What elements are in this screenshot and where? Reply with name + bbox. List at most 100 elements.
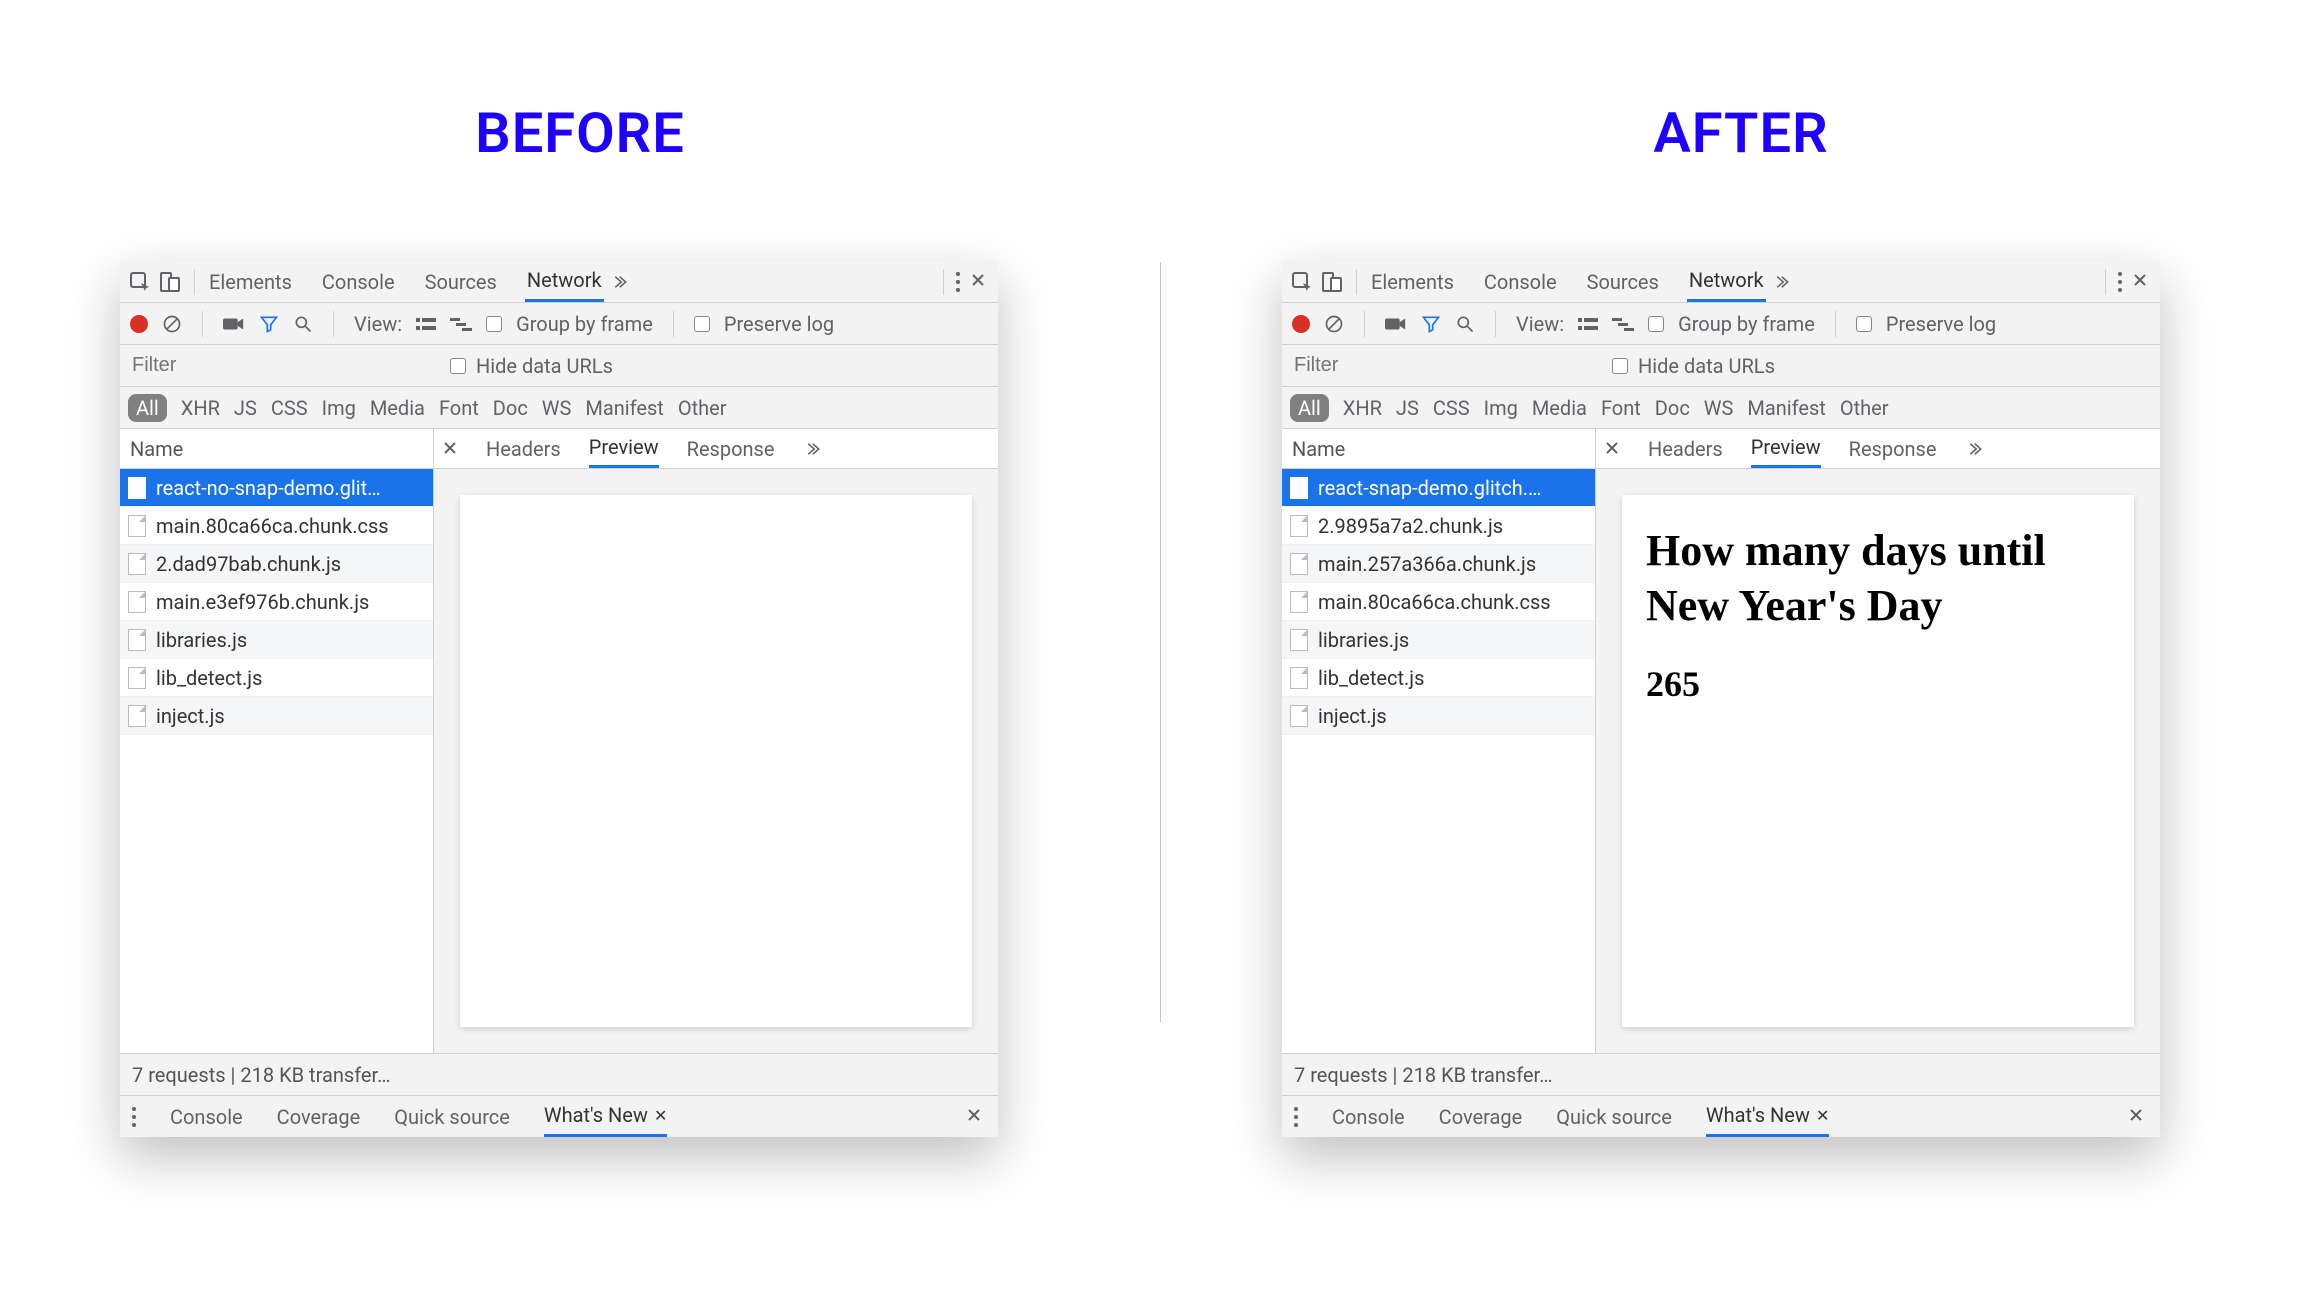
drawer-tab-console[interactable]: Console [1332, 1096, 1405, 1137]
search-icon[interactable] [293, 314, 313, 334]
type-chip-all[interactable]: All [128, 394, 167, 422]
request-row[interactable]: react-no-snap-demo.glit… [120, 469, 433, 507]
more-options-icon[interactable] [2118, 272, 2122, 292]
overflow-icon[interactable] [610, 273, 628, 291]
search-icon[interactable] [1455, 314, 1475, 334]
type-chip-media[interactable]: Media [370, 396, 425, 420]
top-tab-elements[interactable]: Elements [207, 261, 294, 302]
request-row[interactable]: 2.9895a7a2.chunk.js [1282, 507, 1595, 545]
detail-tab-response[interactable]: Response [687, 429, 775, 468]
request-row[interactable]: lib_detect.js [120, 659, 433, 697]
clear-button[interactable] [162, 314, 182, 334]
request-row[interactable]: libraries.js [120, 621, 433, 659]
drawer-menu-icon[interactable] [132, 1107, 136, 1127]
filter-input[interactable] [130, 350, 430, 381]
type-chip-js[interactable]: JS [1396, 396, 1419, 420]
request-row[interactable]: libraries.js [1282, 621, 1595, 659]
close-devtools-button[interactable] [966, 269, 990, 294]
large-rows-icon[interactable] [1578, 316, 1598, 332]
detail-overflow-icon[interactable] [803, 440, 821, 458]
screenshot-icon[interactable] [223, 316, 245, 332]
top-tab-network[interactable]: Network [1687, 261, 1766, 302]
inspect-icon[interactable] [1290, 270, 1314, 294]
top-tab-sources[interactable]: Sources [1585, 261, 1661, 302]
large-rows-icon[interactable] [416, 316, 436, 332]
detail-tab-preview[interactable]: Preview [1751, 429, 1821, 468]
name-column-header[interactable]: Name [1282, 429, 1595, 469]
request-row[interactable]: main.80ca66ca.chunk.css [1282, 583, 1595, 621]
detail-tab-response[interactable]: Response [1849, 429, 1937, 468]
group-by-frame-checkbox[interactable] [486, 316, 502, 332]
detail-tab-preview[interactable]: Preview [589, 429, 659, 468]
drawer-menu-icon[interactable] [1294, 1107, 1298, 1127]
top-tab-elements[interactable]: Elements [1369, 261, 1456, 302]
type-chip-ws[interactable]: WS [1704, 396, 1734, 420]
type-chip-doc[interactable]: Doc [1655, 396, 1690, 420]
type-chip-manifest[interactable]: Manifest [1747, 396, 1825, 420]
drawer-tab-coverage[interactable]: Coverage [1439, 1096, 1523, 1137]
type-chip-img[interactable]: Img [1484, 396, 1518, 420]
close-tab-icon[interactable]: ✕ [654, 1106, 667, 1125]
type-chip-doc[interactable]: Doc [493, 396, 528, 420]
preserve-log-checkbox[interactable] [1856, 316, 1872, 332]
filter-icon[interactable] [1421, 314, 1441, 334]
record-button[interactable] [1292, 315, 1310, 333]
request-row[interactable]: lib_detect.js [1282, 659, 1595, 697]
drawer-tab-quick-source[interactable]: Quick source [1556, 1096, 1672, 1137]
request-row[interactable]: main.80ca66ca.chunk.css [120, 507, 433, 545]
hide-data-urls-checkbox[interactable] [1612, 358, 1628, 374]
device-toggle-icon[interactable] [1320, 270, 1344, 294]
detail-overflow-icon[interactable] [1965, 440, 1983, 458]
close-drawer-button[interactable] [962, 1104, 986, 1129]
type-chip-img[interactable]: Img [322, 396, 356, 420]
type-chip-other[interactable]: Other [1840, 396, 1889, 420]
clear-button[interactable] [1324, 314, 1344, 334]
request-row[interactable]: inject.js [1282, 697, 1595, 735]
close-detail-icon[interactable] [1604, 437, 1620, 461]
type-chip-xhr[interactable]: XHR [181, 396, 220, 420]
close-drawer-button[interactable] [2124, 1104, 2148, 1129]
hide-data-urls-checkbox[interactable] [450, 358, 466, 374]
filter-icon[interactable] [259, 314, 279, 334]
top-tab-sources[interactable]: Sources [423, 261, 499, 302]
type-chip-css[interactable]: CSS [271, 396, 308, 420]
close-tab-icon[interactable]: ✕ [1816, 1106, 1829, 1125]
preserve-log-checkbox[interactable] [694, 316, 710, 332]
drawer-tab-what-s-new[interactable]: What's New✕ [544, 1096, 668, 1137]
type-chip-ws[interactable]: WS [542, 396, 572, 420]
group-by-frame-checkbox[interactable] [1648, 316, 1664, 332]
drawer-tab-quick-source[interactable]: Quick source [394, 1096, 510, 1137]
waterfall-icon[interactable] [450, 317, 472, 331]
overflow-icon[interactable] [1772, 273, 1790, 291]
type-chip-media[interactable]: Media [1532, 396, 1587, 420]
drawer-tab-what-s-new[interactable]: What's New✕ [1706, 1096, 1830, 1137]
detail-tab-headers[interactable]: Headers [1648, 429, 1723, 468]
type-chip-all[interactable]: All [1290, 394, 1329, 422]
screenshot-icon[interactable] [1385, 316, 1407, 332]
device-toggle-icon[interactable] [158, 270, 182, 294]
type-chip-xhr[interactable]: XHR [1343, 396, 1382, 420]
request-row[interactable]: inject.js [120, 697, 433, 735]
waterfall-icon[interactable] [1612, 317, 1634, 331]
name-column-header[interactable]: Name [120, 429, 433, 469]
more-options-icon[interactable] [956, 272, 960, 292]
top-tab-network[interactable]: Network [525, 261, 604, 302]
drawer-tab-console[interactable]: Console [170, 1096, 243, 1137]
type-chip-manifest[interactable]: Manifest [585, 396, 663, 420]
type-chip-js[interactable]: JS [234, 396, 257, 420]
type-chip-other[interactable]: Other [678, 396, 727, 420]
close-devtools-button[interactable] [2128, 269, 2152, 294]
top-tab-console[interactable]: Console [320, 261, 397, 302]
type-chip-font[interactable]: Font [1601, 396, 1641, 420]
request-row[interactable]: react-snap-demo.glitch.… [1282, 469, 1595, 507]
top-tab-console[interactable]: Console [1482, 261, 1559, 302]
request-row[interactable]: 2.dad97bab.chunk.js [120, 545, 433, 583]
type-chip-css[interactable]: CSS [1433, 396, 1470, 420]
detail-tab-headers[interactable]: Headers [486, 429, 561, 468]
filter-input[interactable] [1292, 350, 1592, 381]
request-row[interactable]: main.257a366a.chunk.js [1282, 545, 1595, 583]
drawer-tab-coverage[interactable]: Coverage [277, 1096, 361, 1137]
record-button[interactable] [130, 315, 148, 333]
type-chip-font[interactable]: Font [439, 396, 479, 420]
close-detail-icon[interactable] [442, 437, 458, 461]
